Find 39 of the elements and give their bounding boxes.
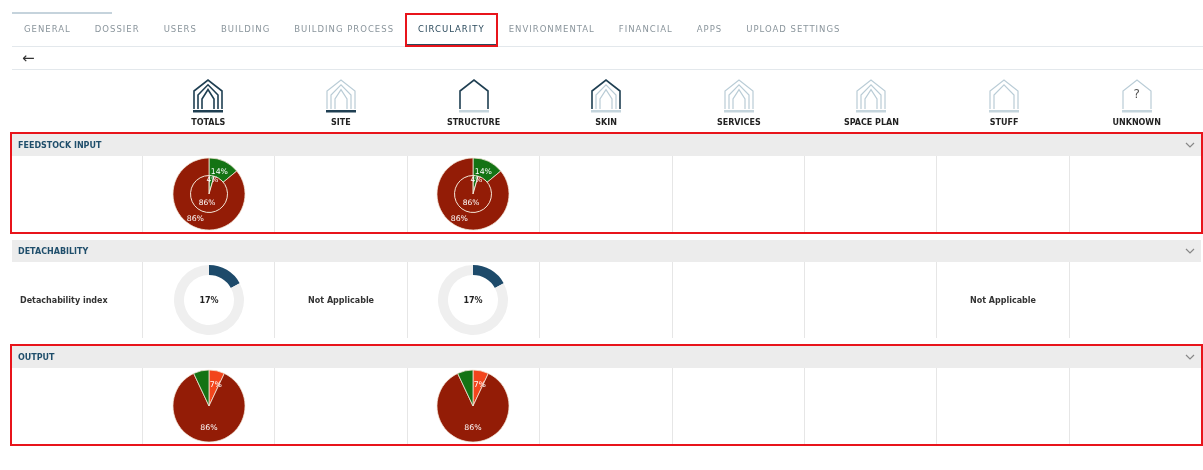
category-label: STUFF xyxy=(989,118,1019,127)
tab[interactable]: FINANCIAL xyxy=(606,14,685,46)
tab[interactable]: ENVIRONMENTAL xyxy=(496,14,607,46)
chevron-icon[interactable] xyxy=(1185,142,1195,148)
tab[interactable]: BUILDING PROCESS xyxy=(282,14,407,46)
category-label: SITE xyxy=(331,118,351,127)
chevron-icon[interactable] xyxy=(1185,248,1195,254)
category-label: TOTALS xyxy=(191,118,226,127)
question-mark-icon: ? xyxy=(1116,87,1157,101)
not-applicable-text: Not Applicable xyxy=(969,295,1036,305)
category-label: SERVICES xyxy=(717,118,761,127)
category-label: SPACE PLAN xyxy=(843,118,899,127)
gauge-reading: 17% xyxy=(463,296,483,305)
slice-label: 86% xyxy=(451,213,469,223)
back-button[interactable]: ← xyxy=(12,50,45,66)
slice-label: 86% xyxy=(200,422,218,432)
slice-label: 86% xyxy=(464,422,483,432)
tab[interactable]: DOSSIER xyxy=(82,14,152,46)
section-title: OUTPUT xyxy=(18,352,55,362)
tab[interactable]: GENERAL xyxy=(12,14,83,46)
category-label: STRUCTURE xyxy=(446,118,501,127)
section-title: FEEDSTOCK INPUT xyxy=(18,140,102,150)
tab[interactable]: USERS xyxy=(151,14,209,46)
category-label: UNKNOWN xyxy=(1112,118,1161,127)
slice-label: 7% xyxy=(474,380,487,389)
tab[interactable]: CIRCULARITY xyxy=(406,14,497,46)
tab[interactable]: APPS xyxy=(684,14,735,46)
row-label: Detachability index xyxy=(20,295,108,305)
slice-label: 14% xyxy=(475,167,493,177)
gauge-reading: 17% xyxy=(199,296,219,305)
category-label: SKIN xyxy=(595,118,617,127)
slice-label: 86% xyxy=(186,213,204,223)
chevron-icon[interactable] xyxy=(1185,354,1195,360)
slice-label: 14% xyxy=(210,167,228,177)
not-applicable-text: Not Applicable xyxy=(308,295,375,305)
tab[interactable]: BUILDING xyxy=(208,14,283,46)
tab[interactable]: UPLOAD SETTINGS xyxy=(734,14,853,46)
section-title: DETACHABILITY xyxy=(18,246,89,256)
slice-label: 7% xyxy=(209,380,222,389)
